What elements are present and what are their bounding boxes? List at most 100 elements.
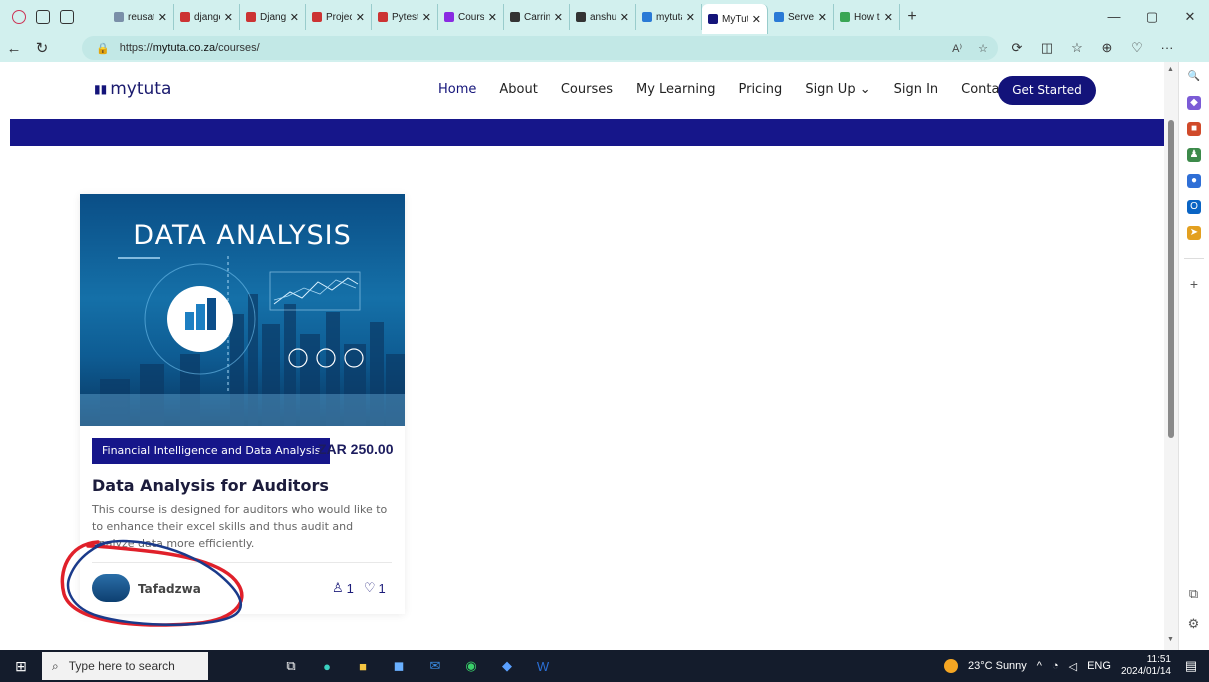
tab-favicon-icon bbox=[246, 12, 256, 22]
taskbar-search[interactable]: ⌕ Type here to search bbox=[42, 652, 208, 680]
page-scrollbar[interactable]: ▲ ▼ bbox=[1164, 62, 1178, 650]
likes-count[interactable]: ♡ 1 bbox=[364, 580, 386, 596]
refresh-extension-icon[interactable]: ⟳ bbox=[1008, 40, 1026, 56]
new-tab-button[interactable]: + bbox=[900, 8, 924, 26]
tab-close-icon[interactable]: ✕ bbox=[818, 11, 827, 24]
nav-about[interactable]: About bbox=[499, 82, 537, 97]
language-indicator[interactable]: ENG bbox=[1087, 660, 1111, 672]
back-button[interactable]: ← bbox=[0, 40, 28, 57]
tab-close-icon[interactable]: ✕ bbox=[422, 11, 431, 24]
maximize-button[interactable]: ▢ bbox=[1133, 9, 1171, 25]
search-icon[interactable]: 🔍 bbox=[1187, 70, 1201, 84]
tab-close-icon[interactable]: ✕ bbox=[884, 11, 893, 24]
split-screen-icon[interactable]: ◫ bbox=[1038, 40, 1056, 56]
system-tray: 23°C Sunny ^ ◔ ◁ ENG 11:51 2024/01/14 ▤ bbox=[943, 654, 1209, 678]
tab-close-icon[interactable]: ✕ bbox=[488, 11, 497, 24]
author-avatar[interactable] bbox=[92, 574, 130, 602]
get-started-button[interactable]: Get Started bbox=[998, 76, 1096, 105]
author-name[interactable]: Tafadzwa bbox=[138, 582, 201, 596]
word-icon[interactable]: W bbox=[530, 655, 556, 677]
workspaces-icon[interactable] bbox=[36, 10, 50, 24]
browser-tab[interactable]: anshul ✕ bbox=[570, 4, 636, 30]
edge-browser-icon[interactable]: ● bbox=[314, 655, 340, 677]
browser-tab[interactable]: Carrin ✕ bbox=[504, 4, 570, 30]
read-aloud-icon[interactable]: A⁾ bbox=[952, 42, 962, 55]
outlook-icon[interactable]: O bbox=[1187, 200, 1201, 214]
edge-sidebar: 🔍 ◆ ■ ♟ ● O ➤ + bbox=[1178, 62, 1209, 650]
browser-tab[interactable]: mytuta ✕ bbox=[636, 4, 702, 30]
copilot-taskbar-icon[interactable]: ◆ bbox=[494, 655, 520, 677]
send-icon[interactable]: ➤ bbox=[1187, 226, 1201, 240]
nav-sign-up[interactable]: Sign Up ⌄ bbox=[805, 82, 870, 97]
copilot-icon[interactable]: ● bbox=[1187, 174, 1201, 188]
games-icon[interactable]: ♟ bbox=[1187, 148, 1201, 162]
scrollbar-thumb[interactable] bbox=[1168, 120, 1174, 438]
nav-courses[interactable]: Courses bbox=[561, 82, 613, 97]
tab-close-icon[interactable]: ✕ bbox=[554, 11, 563, 24]
browser-tab[interactable]: How t ✕ bbox=[834, 4, 900, 30]
course-card[interactable]: DATA ANALYSIS Financial Intelligence and… bbox=[80, 194, 405, 614]
collections-icon[interactable]: ⊕ bbox=[1098, 40, 1116, 56]
site-logo[interactable]: ▮▮ mytuta bbox=[94, 79, 171, 99]
nav-home[interactable]: Home bbox=[438, 82, 476, 97]
notification-icon[interactable]: ▤ bbox=[1181, 658, 1201, 674]
favorites-icon[interactable]: ☆ bbox=[1068, 40, 1086, 56]
reload-button[interactable]: ↻ bbox=[28, 39, 56, 57]
toolbox-icon[interactable]: ■ bbox=[1187, 122, 1201, 136]
open-new-window-icon[interactable]: ⧉ bbox=[1189, 586, 1198, 602]
weather-text[interactable]: 23°C Sunny bbox=[968, 660, 1027, 672]
minimize-button[interactable]: — bbox=[1095, 9, 1133, 25]
tab-close-icon[interactable]: ✕ bbox=[224, 11, 233, 24]
browser-tab[interactable]: Pytest ✕ bbox=[372, 4, 438, 30]
more-menu-icon[interactable]: ··· bbox=[1158, 40, 1176, 56]
mail-icon[interactable]: ✉ bbox=[422, 655, 448, 677]
tab-actions-icon[interactable] bbox=[60, 10, 74, 24]
course-thumbnail[interactable]: DATA ANALYSIS bbox=[80, 194, 405, 426]
tab-close-icon[interactable]: ✕ bbox=[356, 11, 365, 24]
browser-tab[interactable]: Django ✕ bbox=[240, 4, 306, 30]
tab-favicon-icon bbox=[840, 12, 850, 22]
sidebar-settings-icon[interactable]: ⚙ bbox=[1188, 616, 1200, 632]
close-window-button[interactable]: ✕ bbox=[1171, 9, 1209, 25]
shopping-tag-icon[interactable]: ◆ bbox=[1187, 96, 1201, 110]
tab-close-icon[interactable]: ✕ bbox=[290, 11, 299, 24]
browser-tab[interactable]: Course ✕ bbox=[438, 4, 504, 30]
tab-label: django bbox=[194, 11, 220, 23]
lock-icon[interactable]: 🔒 bbox=[96, 42, 110, 55]
browser-tab[interactable]: Server ✕ bbox=[768, 4, 834, 30]
address-bar[interactable]: 🔒 https://mytuta.co.za/courses/ A⁾ ☆ bbox=[82, 36, 998, 60]
scroll-up-arrow-icon[interactable]: ▲ bbox=[1167, 66, 1174, 73]
tab-close-icon[interactable]: ✕ bbox=[686, 11, 695, 24]
course-title[interactable]: Data Analysis for Auditors bbox=[92, 476, 329, 495]
tab-close-icon[interactable]: ✕ bbox=[158, 11, 167, 24]
browser-tab[interactable]: django ✕ bbox=[174, 4, 240, 30]
nav-my-learning[interactable]: My Learning bbox=[636, 82, 715, 97]
search-placeholder: Type here to search bbox=[68, 659, 175, 673]
scroll-down-arrow-icon[interactable]: ▼ bbox=[1167, 636, 1174, 643]
nav-pricing[interactable]: Pricing bbox=[738, 82, 782, 97]
browser-toolbar-icons: ⟳ ◫ ☆ ⊕ ♡ ··· bbox=[1008, 40, 1176, 56]
task-view-icon[interactable]: ⧉ bbox=[278, 655, 304, 677]
store-icon[interactable]: ◼ bbox=[386, 655, 412, 677]
course-category-badge[interactable]: Financial Intelligence and Data Analysis bbox=[92, 438, 331, 464]
sidebar-add-icon[interactable]: + bbox=[1187, 277, 1201, 291]
browser-tab[interactable]: MyTut ✕ bbox=[702, 4, 768, 34]
tab-favicon-icon bbox=[180, 12, 190, 22]
nav-sign-in[interactable]: Sign In bbox=[894, 82, 939, 97]
tab-close-icon[interactable]: ✕ bbox=[752, 13, 761, 26]
tray-overflow-icon[interactable]: ^ bbox=[1037, 660, 1042, 672]
taskbar-clock[interactable]: 11:51 2024/01/14 bbox=[1121, 654, 1171, 678]
file-explorer-icon[interactable]: ■ bbox=[350, 655, 376, 677]
weather-sun-icon[interactable] bbox=[943, 659, 958, 673]
browser-profile-icon[interactable] bbox=[12, 10, 26, 24]
sidebar-divider bbox=[1184, 258, 1204, 259]
volume-icon[interactable]: ◁ bbox=[1069, 660, 1077, 673]
whatsapp-icon[interactable]: ◉ bbox=[458, 655, 484, 677]
browser-essentials-icon[interactable]: ♡ bbox=[1128, 40, 1146, 56]
favorite-star-icon[interactable]: ☆ bbox=[978, 42, 988, 55]
network-icon[interactable]: ◔ bbox=[1052, 660, 1059, 672]
tab-close-icon[interactable]: ✕ bbox=[620, 11, 629, 24]
browser-tab[interactable]: reusat ✕ bbox=[108, 4, 174, 30]
browser-tab[interactable]: Projec ✕ bbox=[306, 4, 372, 30]
windows-start-icon[interactable]: ⊞ bbox=[0, 658, 42, 675]
